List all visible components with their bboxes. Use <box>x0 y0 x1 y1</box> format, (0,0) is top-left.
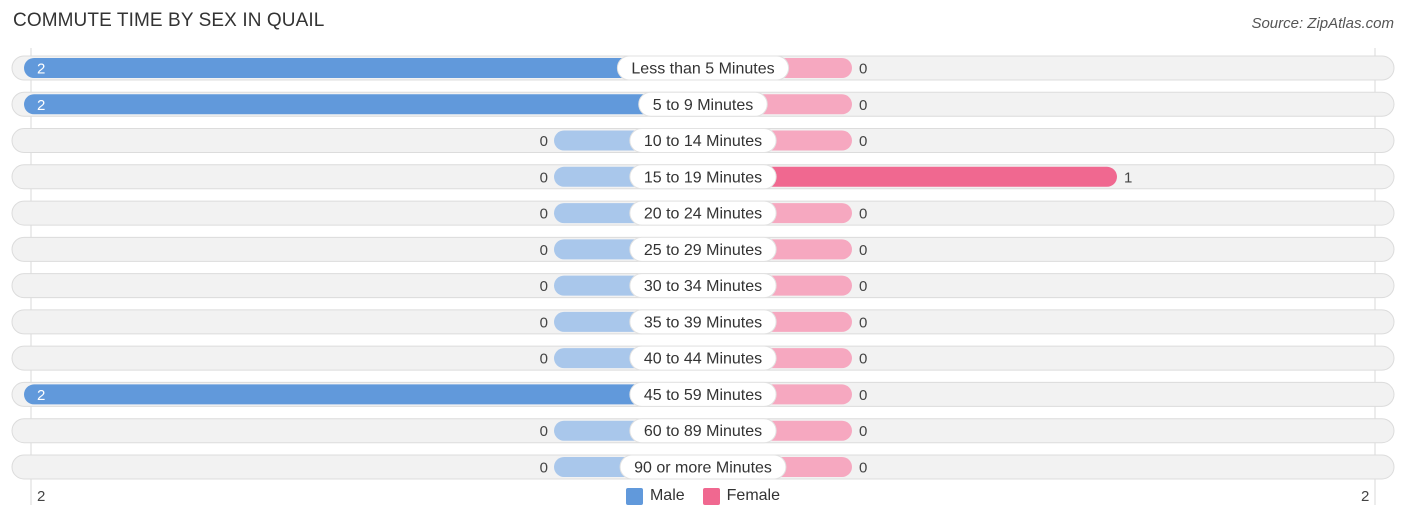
category-label: Less than 5 Minutes <box>631 61 774 78</box>
value-label-female: 0 <box>859 314 867 331</box>
value-label-female: 0 <box>859 97 867 114</box>
value-label-male: 2 <box>37 61 45 78</box>
chart-canvas: Less than 5 Minutes 2 0 5 to 9 Minutes 2 0 10 … <box>11 48 1395 505</box>
category-label: 30 to 34 Minutes <box>644 278 762 295</box>
category-label: 45 to 59 Minutes <box>644 387 762 404</box>
category-label: 90 or more Minutes <box>634 459 772 476</box>
value-label-female: 0 <box>859 423 867 440</box>
value-label-female: 0 <box>859 242 867 259</box>
legend-item-male[interactable]: Male <box>625 487 685 505</box>
legend-swatch-female <box>702 487 720 505</box>
value-label-male: 0 <box>540 314 548 331</box>
bar-male[interactable] <box>24 384 703 405</box>
value-label-male: 0 <box>540 242 548 259</box>
value-label-male: 0 <box>540 423 548 440</box>
value-label-female: 0 <box>859 459 867 476</box>
value-label-male: 0 <box>540 459 548 476</box>
legend: Male Female <box>0 487 1406 505</box>
value-label-female: 0 <box>859 278 867 295</box>
value-label-male: 0 <box>540 206 548 223</box>
value-label-female: 1 <box>1124 169 1132 186</box>
bar-male[interactable] <box>24 94 703 115</box>
category-label: 5 to 9 Minutes <box>653 97 754 114</box>
value-label-male: 0 <box>540 133 548 150</box>
value-label-female: 0 <box>859 133 867 150</box>
category-label: 40 to 44 Minutes <box>644 351 762 368</box>
category-label: 20 to 24 Minutes <box>644 206 762 223</box>
value-label-male: 0 <box>540 351 548 368</box>
value-label-female: 0 <box>859 351 867 368</box>
legend-swatch-male <box>625 487 643 505</box>
value-label-male: 2 <box>37 387 45 404</box>
category-label: 25 to 29 Minutes <box>644 242 762 259</box>
legend-item-female[interactable]: Female <box>702 487 781 505</box>
category-label: 10 to 14 Minutes <box>644 133 762 150</box>
category-label: 35 to 39 Minutes <box>644 314 762 331</box>
value-label-female: 0 <box>859 61 867 78</box>
legend-label-female: Female <box>726 487 781 504</box>
bar-male[interactable] <box>24 58 703 78</box>
category-label: 60 to 89 Minutes <box>644 423 762 440</box>
value-label-male: 0 <box>540 169 548 186</box>
value-label-female: 0 <box>859 206 867 223</box>
value-label-female: 0 <box>859 387 867 404</box>
legend-label-male: Male <box>649 487 685 504</box>
value-label-male: 0 <box>540 278 548 295</box>
category-label: 15 to 19 Minutes <box>644 169 762 186</box>
value-label-male: 2 <box>37 97 45 114</box>
